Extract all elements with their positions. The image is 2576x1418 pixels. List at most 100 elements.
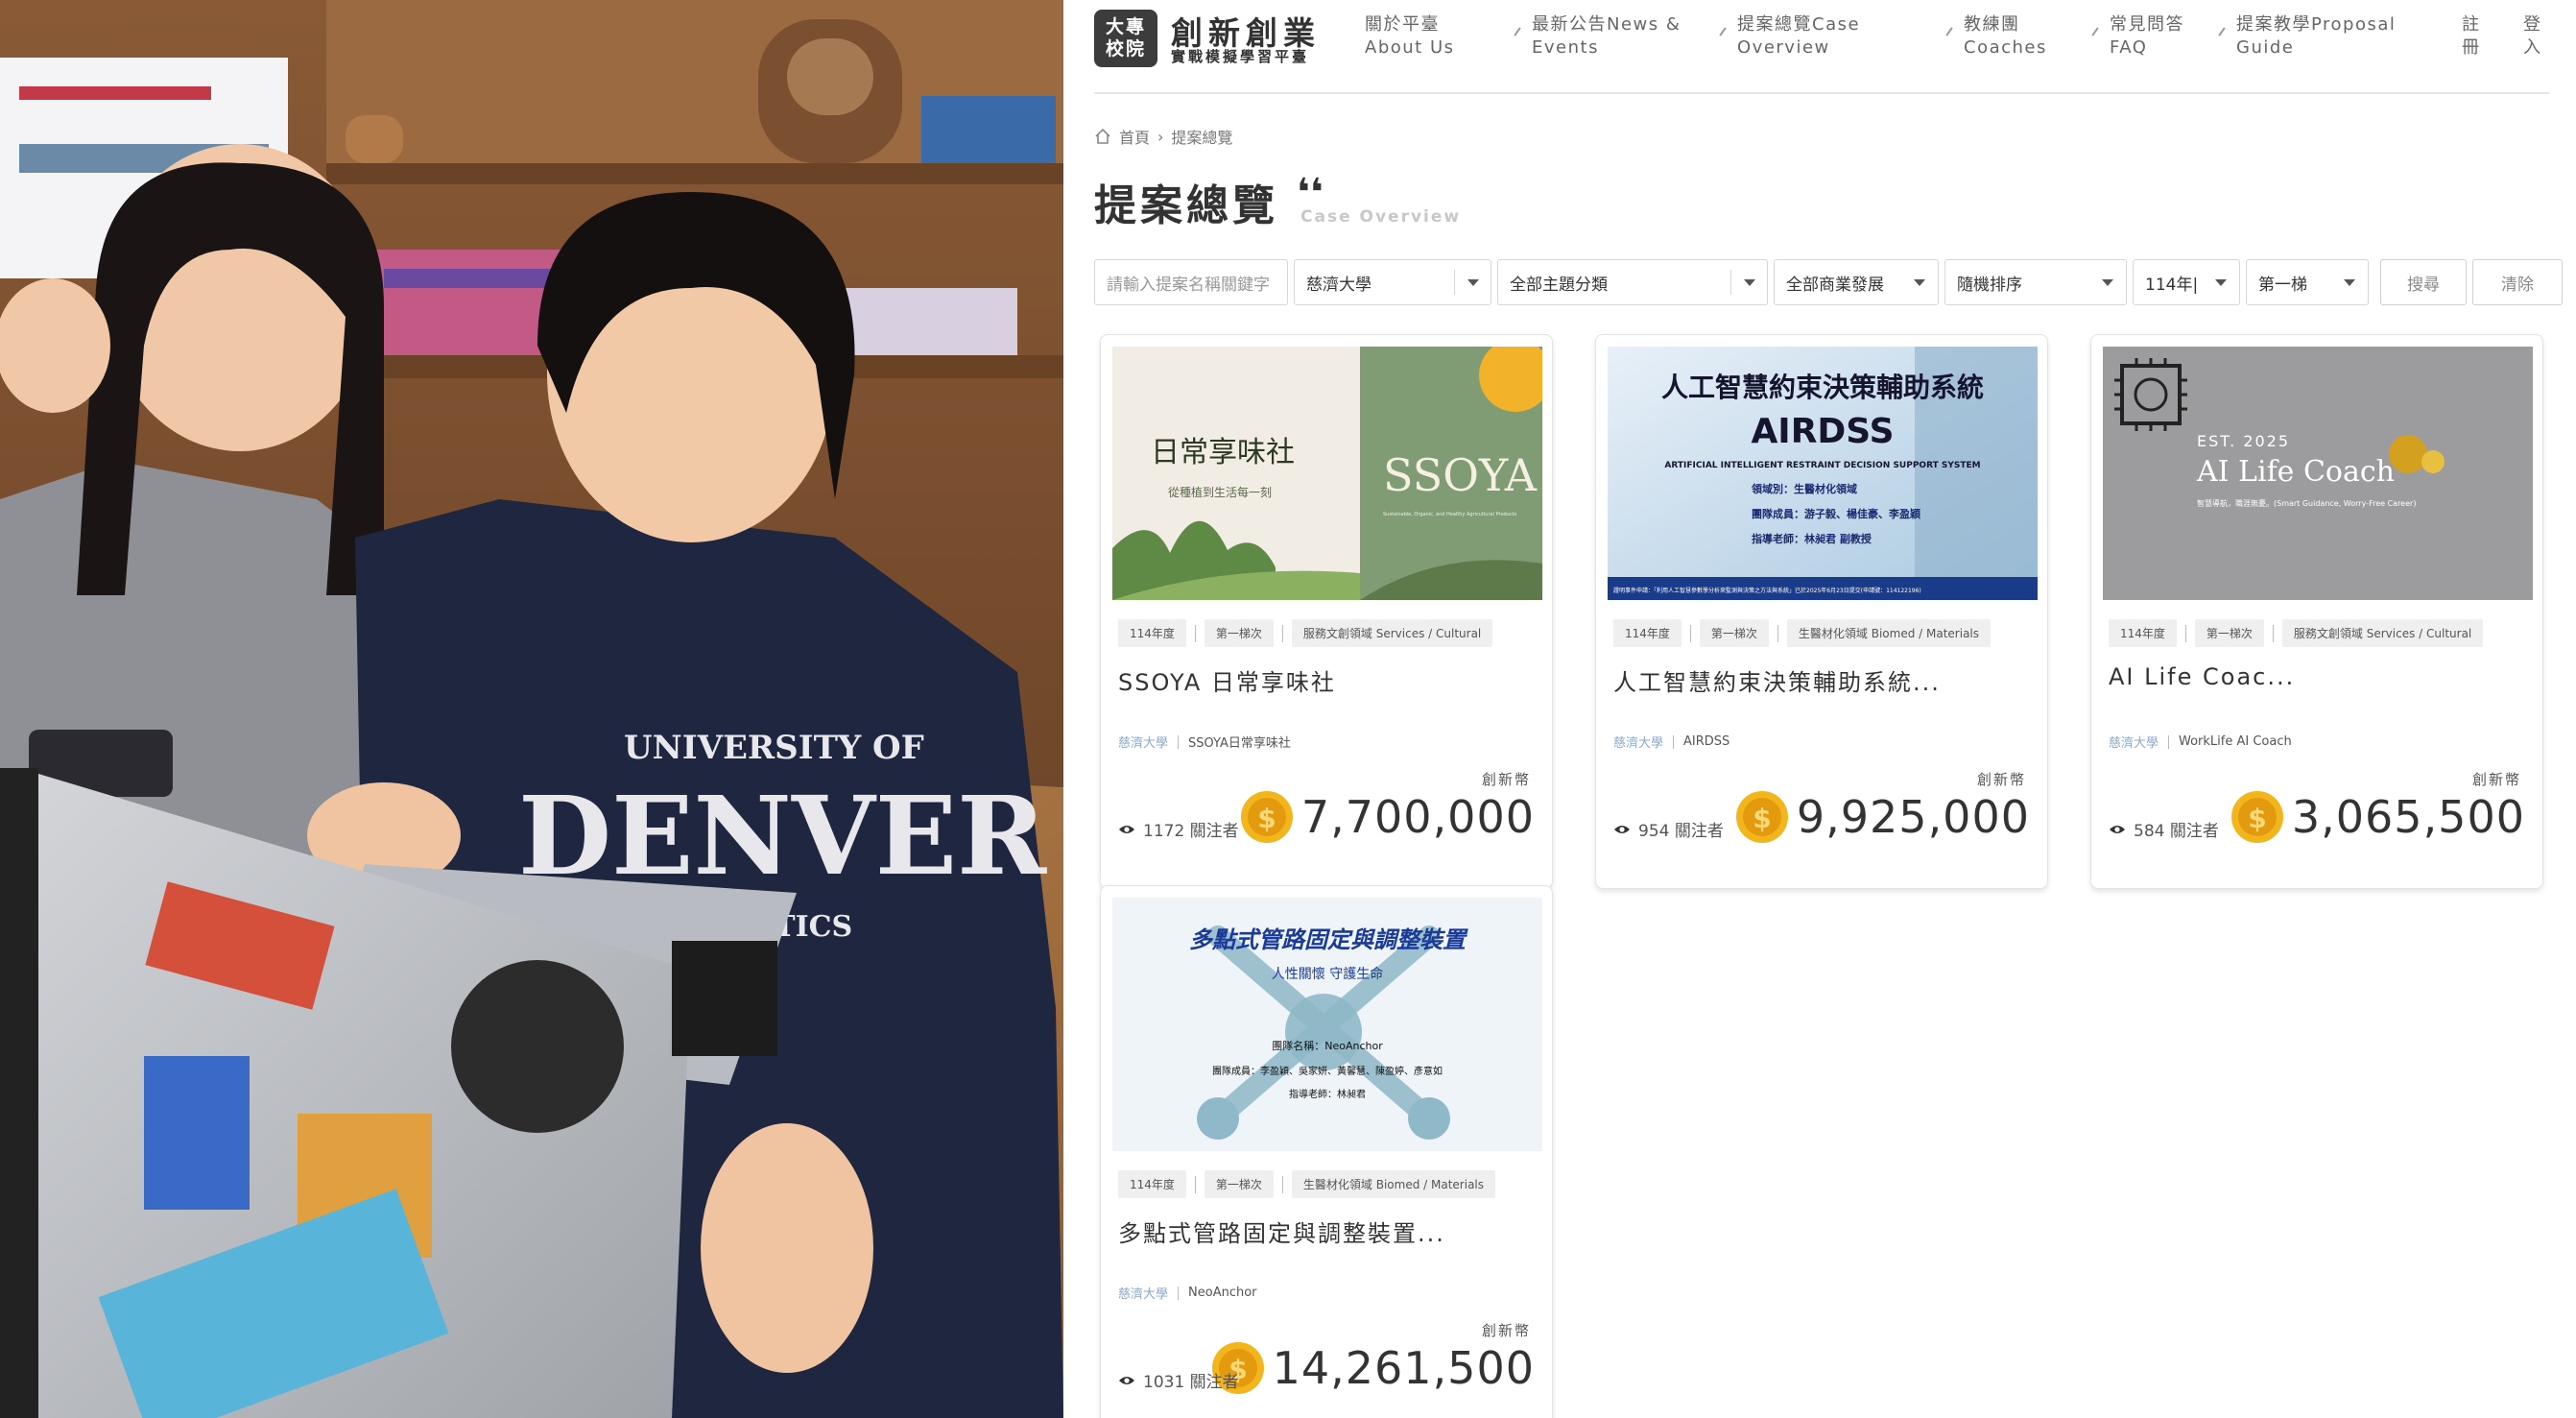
nav-about[interactable]: 關於平臺 About Us	[1365, 13, 1455, 60]
site-logo-badge[interactable]: 大專 校院	[1094, 10, 1157, 67]
coin-label: 創新幣	[2471, 771, 2521, 788]
breadcrumb-home[interactable]: 首頁	[1119, 125, 1150, 148]
page-subtitle: Case Overview	[1300, 207, 1462, 227]
case-team: AIRDSS	[1683, 734, 1730, 749]
case-thumbnail[interactable]: 多點式管路固定與調整裝置 人性關懷 守護生命 團隊名稱：NeoAnchor 團隊…	[1112, 898, 1542, 1151]
divider	[1194, 624, 1196, 642]
nav-coaches-en: Coaches	[1964, 37, 2047, 58]
case-thumbnail[interactable]: EST. 2025 AI Life Coach 智慧導航，職涯無憂。(Smart…	[2103, 347, 2533, 600]
breadcrumb-separator: ›	[1157, 127, 1164, 146]
divider	[1178, 1286, 1180, 1300]
nav-login[interactable]: 登 入	[2522, 13, 2541, 60]
case-tags: 114年度 第一梯次 生醫材化領域 Biomed / Materials	[1613, 619, 1992, 647]
coin-amount-value: 3,065,500	[2291, 791, 2525, 843]
coin-amount: $ 7,700,000	[1240, 790, 1535, 844]
thumb-brand: SSOYA	[1383, 449, 1538, 501]
nav-faq-zh: 常見問答	[2110, 14, 2184, 35]
case-thumbnail-image: EST. 2025 AI Life Coach 智慧導航，職涯無憂。(Smart…	[2103, 347, 2533, 600]
thumb-name: AI Life Coach	[2196, 455, 2395, 489]
case-school[interactable]: 慈濟大學	[1613, 733, 1663, 751]
case-meta: 慈濟大學 AIRDSS	[1613, 733, 1729, 751]
school-select-value: 慈濟大學	[1306, 275, 1371, 295]
chevron-down-icon	[1454, 270, 1491, 295]
nav-faq-en: FAQ	[2110, 37, 2148, 58]
divider	[1777, 624, 1778, 642]
thumb-heading: 多點式管路固定與調整裝置	[1189, 925, 1468, 953]
case-card[interactable]: 人工智慧約束決策輔助系統 AIRDSS ARTIFICIAL INTELLIGE…	[1595, 334, 2048, 889]
year-tag: 114年度	[1613, 619, 1682, 647]
case-title[interactable]: 多點式管路固定與調整裝置...	[1118, 1214, 1445, 1248]
case-team: SSOYA日常享味社	[1188, 736, 1291, 751]
year-tag: 114年度	[2109, 619, 2177, 647]
school-select[interactable]: 慈濟大學	[1294, 259, 1491, 305]
nav-case-overview[interactable]: 提案總覽Case Overview	[1719, 13, 1860, 60]
coin-icon: $	[1735, 791, 1788, 843]
nav-proposal-guide[interactable]: 提案教學Proposal Guide	[2218, 13, 2396, 60]
nav-coaches[interactable]: 教練團 Coaches	[1945, 13, 2047, 60]
year-tag: 114年度	[1118, 619, 1186, 647]
case-title[interactable]: 人工智慧約束決策輔助系統...	[1613, 663, 1941, 697]
coin-icon: $	[1240, 791, 1293, 843]
case-thumbnail[interactable]: 日常享味社 從種植到生活每一刻 SSOYA Sustainable, Organ…	[1112, 347, 1542, 600]
case-thumbnail-image: 日常享味社 從種植到生活每一刻 SSOYA Sustainable, Organ…	[1112, 347, 1542, 600]
followers-count: 954 關注者	[1613, 817, 1724, 841]
thumb-slogan: 人性關懷 守護生命	[1272, 966, 1383, 982]
site-logo-subtitle: 實戰模擬學習平臺	[1171, 48, 1310, 65]
coin-label: 創新幣	[1976, 771, 2026, 788]
coin-label: 創新幣	[1481, 1322, 1531, 1339]
business-select[interactable]: 全部商業發展	[1774, 259, 1939, 305]
case-thumbnail-image: 多點式管路固定與調整裝置 人性關懷 守護生命 團隊名稱：NeoAnchor 團隊…	[1112, 898, 1542, 1151]
case-card[interactable]: EST. 2025 AI Life Coach 智慧導航，職涯無憂。(Smart…	[2090, 334, 2543, 889]
photo-illustration: UNIVERSITY OF DENVER ATHLETICS	[0, 0, 1063, 1418]
svg-text:$: $	[1753, 803, 1771, 834]
year-tag: 114年度	[1118, 1170, 1186, 1198]
case-thumbnail[interactable]: 人工智慧約束決策輔助系統 AIRDSS ARTIFICIAL INTELLIGE…	[1608, 347, 2038, 600]
tier-select-value: 第一梯	[2258, 275, 2307, 295]
case-title[interactable]: SSOYA 日常享味社	[1118, 663, 1336, 697]
nav-news-zh: 最新公告News &	[1532, 14, 1682, 35]
divider	[1178, 734, 1180, 749]
svg-text:$: $	[2248, 803, 2266, 834]
thumb-heading: 人工智慧約束決策輔助系統	[1661, 372, 1984, 403]
chevron-down-icon	[1730, 270, 1767, 295]
followers-text: 584 關注者	[2134, 822, 2219, 841]
followers-text: 954 關注者	[1638, 822, 1724, 841]
keyword-search-input[interactable]: 請輸入提案名稱關鍵字	[1094, 259, 1288, 305]
logo-badge-line-1: 大專	[1105, 16, 1146, 37]
chevron-down-icon	[2203, 270, 2239, 295]
field-tag: 生醫材化領域 Biomed / Materials	[1291, 1170, 1496, 1198]
nav-about-en: About Us	[1365, 37, 1455, 58]
case-card[interactable]: 日常享味社 從種植到生活每一刻 SSOYA Sustainable, Organ…	[1100, 334, 1553, 889]
case-school[interactable]: 慈濟大學	[2109, 733, 2159, 751]
thumb-advisor: 指導老師：林昶君	[1289, 1088, 1366, 1100]
tier-select[interactable]: 第一梯	[2246, 259, 2369, 305]
thumb-footer: 證明事件申請：「利用人工智慧參數學分析來監測與決策之方法與系統」已於2025年6…	[1613, 587, 1921, 594]
clear-button[interactable]: 清除	[2472, 259, 2563, 305]
eye-icon	[1119, 825, 1134, 833]
thumb-team-name: 團隊名稱：NeoAnchor	[1272, 1039, 1383, 1052]
case-school[interactable]: 慈濟大學	[1118, 1284, 1168, 1302]
nav-news-en: Events	[1532, 37, 1599, 58]
year-select[interactable]: 114年|	[2133, 259, 2240, 305]
case-school[interactable]: 慈濟大學	[1118, 733, 1168, 751]
theme-select[interactable]: 全部主題分類	[1497, 259, 1768, 305]
nav-news[interactable]: 最新公告News & Events	[1514, 13, 1682, 60]
year-select-value: 114年|	[2145, 275, 2199, 295]
sort-select[interactable]: 隨機排序	[1944, 259, 2127, 305]
case-thumbnail-image: 人工智慧約束決策輔助系統 AIRDSS ARTIFICIAL INTELLIGE…	[1608, 347, 2038, 600]
nav-faq[interactable]: 常見問答 FAQ	[2091, 13, 2184, 60]
home-icon[interactable]	[1094, 128, 1111, 145]
nav-register[interactable]: 註 冊	[2461, 13, 2480, 60]
chevron-down-icon	[2331, 270, 2368, 295]
coin-amount-value: 7,700,000	[1300, 791, 1535, 843]
followers-count: 584 關注者	[2109, 817, 2219, 841]
field-tag: 生醫材化領域 Biomed / Materials	[1786, 619, 1992, 647]
page-title: 提案總覽	[1094, 181, 1278, 230]
case-title[interactable]: AI Life Coac...	[2109, 663, 2295, 690]
case-card[interactable]: 多點式管路固定與調整裝置 人性關懷 守護生命 團隊名稱：NeoAnchor 團隊…	[1100, 885, 1553, 1418]
field-tag: 服務文創領域 Services / Cultural	[2281, 619, 2484, 647]
thumb-acronym: AIRDSS	[1751, 412, 1894, 451]
thumb-text: 日常享味社	[1151, 436, 1295, 469]
coin-icon: $	[2230, 791, 2283, 843]
search-button[interactable]: 搜尋	[2380, 259, 2467, 305]
